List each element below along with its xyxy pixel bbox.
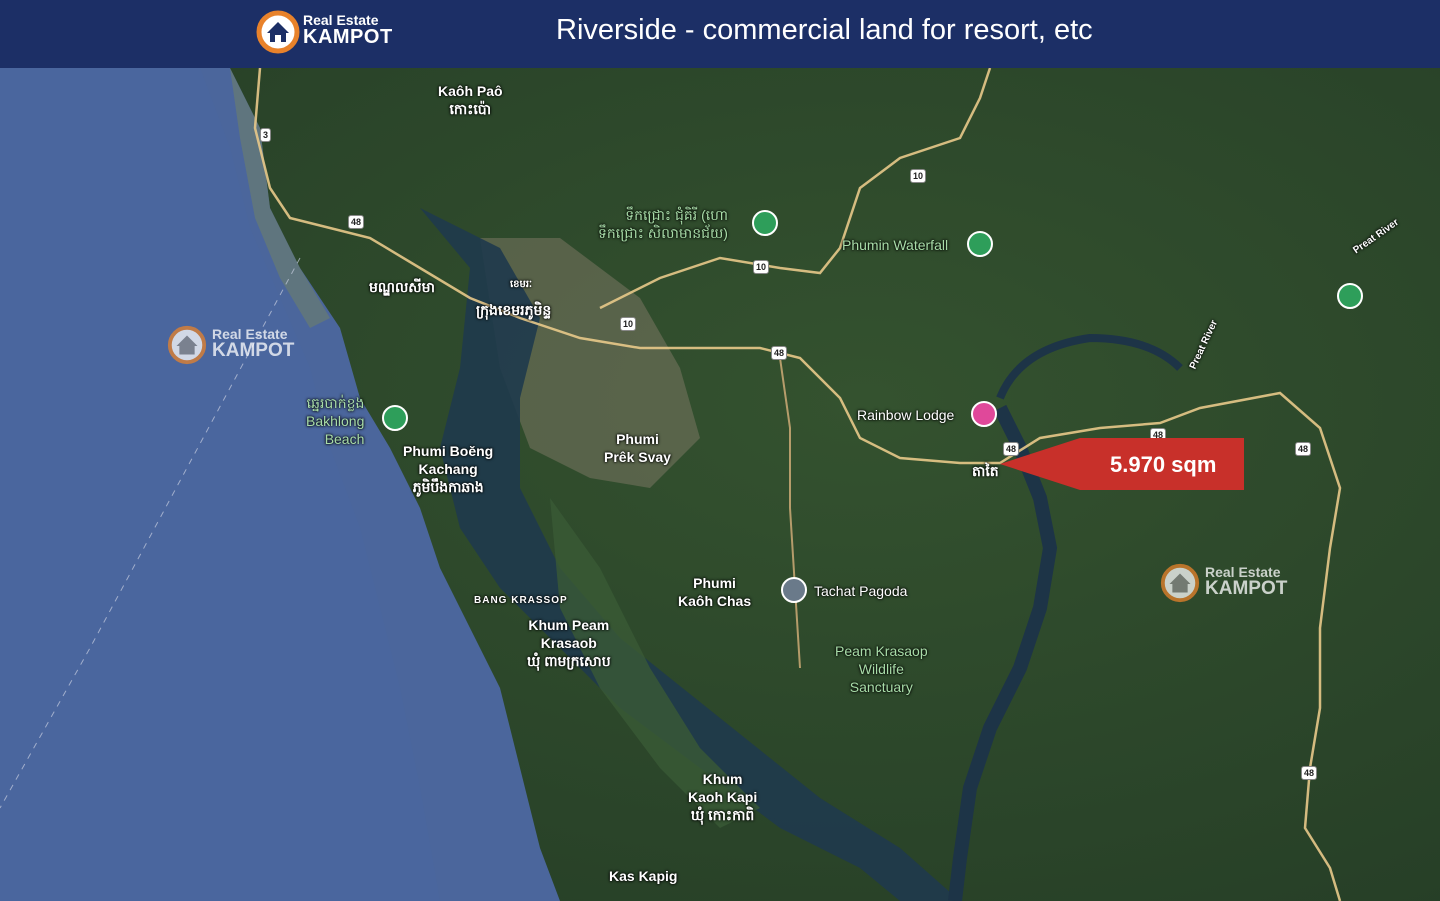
place-label-khmer: ឃុំ កោះកាពិ <box>690 807 755 823</box>
road-shield-48: 48 <box>771 346 788 360</box>
place-phumi-prek-svay: Phumi Prêk Svay <box>604 430 671 466</box>
place-kampot-city: ក្រុងខេមរភូមិន្ទ <box>476 302 552 318</box>
page-title: Riverside - commercial land for resort, … <box>556 14 1093 46</box>
road-shield-10: 10 <box>910 169 927 183</box>
place-label: Phumi Boĕng <box>403 443 494 459</box>
place-tachat-pagoda: Tachat Pagoda <box>814 583 908 599</box>
place-phumi-boeng-kachang: Phumi Boĕng Kachang ភូមិបឹងកាឆាង <box>403 442 493 496</box>
header-bar: Real Estate KAMPOT Riverside - commercia… <box>0 0 1440 68</box>
place-khum-kaoh-kapi: Khum Kaoh Kapi ឃុំ កោះកាពិ <box>688 770 757 824</box>
road-shield-3: 3 <box>260 128 272 142</box>
road-shield-48: 48 <box>1295 442 1312 456</box>
house-logo-icon <box>256 10 300 54</box>
place-kaoh-pao: Kaôh Paô កោះប៉ោ <box>438 82 503 118</box>
place-phumin-waterfall: Phumin Waterfall <box>842 237 949 253</box>
place-label: Kachang <box>418 461 478 477</box>
tree-pin-icon[interactable] <box>967 231 993 257</box>
place-label: Khum <box>702 771 743 787</box>
plot-size-callout: 5.970 sqm <box>1000 438 1244 490</box>
place-label-khmer: ភូមិបឹងកាឆាង <box>412 479 484 495</box>
place-label: Phumi <box>616 431 659 447</box>
place-label: Beach <box>324 431 365 447</box>
watermark-logo: Real Estate KAMPOT <box>1159 562 1299 608</box>
brand-logo[interactable]: Real Estate KAMPOT <box>256 8 396 56</box>
place-kampot-small: ខេមរៈ <box>510 279 533 290</box>
house-logo-icon <box>1160 563 1200 603</box>
place-label: Sanctuary <box>849 679 913 695</box>
watermark-logo: Real Estate KAMPOT <box>166 324 306 370</box>
house-logo-icon <box>167 325 207 365</box>
beach-pin-icon[interactable] <box>382 405 408 431</box>
place-label: Prêk Svay <box>604 449 671 465</box>
place-label-khmer: ឆ្នេរបាក់ខ្លង <box>306 395 365 411</box>
road-shield-48: 48 <box>1301 766 1318 780</box>
place-label-khmer: ឃុំ ពាមក្រសោប <box>527 653 611 669</box>
place-label-khmer: ទឹកជ្រោះ សិលាមានជ័យ) <box>598 225 728 241</box>
tree-pin-icon[interactable] <box>752 210 778 236</box>
place-label: Phumi <box>693 575 736 591</box>
place-mondolseima: មណ្ឌលសីមា <box>369 279 435 295</box>
place-label: Kaôh Chas <box>678 593 752 609</box>
satellite-map[interactable]: 3 48 10 10 10 48 48 48 48 48 Kaôh Paô កោ… <box>0 68 1440 901</box>
place-khum-peam-krasaob: Khum Peam Krasaob ឃុំ ពាមក្រសោប <box>527 616 611 670</box>
place-label-khmer: ទឹកជ្រោះ ជុំគិរី (ហោ <box>625 207 728 223</box>
watermark-text-line2: KAMPOT <box>212 340 295 361</box>
place-kas-kapig: Kas Kapig <box>609 868 678 884</box>
place-bakhlong-beach: ឆ្នេរបាក់ខ្លង Bakhlong Beach <box>306 394 364 448</box>
place-waterfall-khmer: ទឹកជ្រោះ ជុំគិរី (ហោ ទឹកជ្រោះ សិលាមានជ័យ… <box>598 206 728 242</box>
place-bang-krassop: BANG KRASSOP <box>474 595 568 606</box>
road-shield-10: 10 <box>620 317 637 331</box>
logo-text-line2: KAMPOT <box>303 26 393 48</box>
place-label: Kaoh Kapi <box>688 789 758 805</box>
pagoda-pin-icon[interactable] <box>781 577 807 603</box>
road-shield-48: 48 <box>348 215 365 229</box>
place-label: Wildlife <box>858 661 904 677</box>
place-label-khmer: កោះប៉ោ <box>449 101 492 117</box>
place-label: Krasaob <box>540 635 597 651</box>
place-phumi-kaoh-chas: Phumi Kaôh Chas <box>678 574 751 610</box>
place-label: Kaôh Paô <box>438 83 503 99</box>
place-label: Khum Peam <box>528 617 610 633</box>
lodge-pin-icon[interactable] <box>971 401 997 427</box>
place-wildlife-sanctuary: Peam Krasaop Wildlife Sanctuary <box>835 642 928 696</box>
place-tatai: តាតៃ <box>972 463 999 479</box>
watermark-text-line2: KAMPOT <box>1205 578 1288 599</box>
place-rainbow-lodge: Rainbow Lodge <box>857 407 955 423</box>
plot-size-label: 5.970 sqm <box>1110 452 1217 477</box>
place-label: Peam Krasaop <box>835 643 928 659</box>
road-shield-10: 10 <box>753 260 770 274</box>
tree-pin-icon[interactable] <box>1337 283 1363 309</box>
place-label: Bakhlong <box>306 413 365 429</box>
